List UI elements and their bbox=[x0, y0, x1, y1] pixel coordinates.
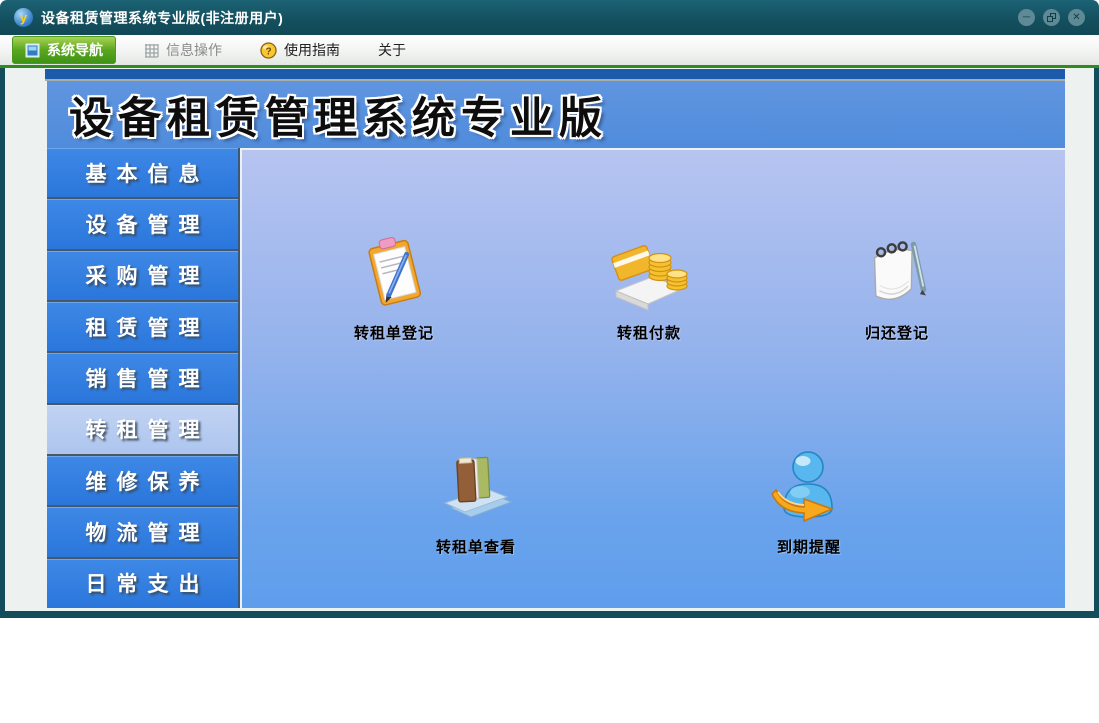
sidebar-item-logistics-mgmt[interactable]: 物流管理 bbox=[47, 507, 238, 559]
sidebar-item-purchase-mgmt[interactable]: 采购管理 bbox=[47, 250, 238, 302]
window-title: 设备租赁管理系统专业版(非注册用户) bbox=[41, 9, 284, 26]
sidebar-item-sublease-mgmt[interactable]: 转租管理 bbox=[47, 404, 238, 456]
sidebar-item-daily-expense[interactable]: 日常支出 bbox=[47, 558, 238, 608]
title-bar: y 设备租赁管理系统专业版(非注册用户) ─ ✕ bbox=[0, 0, 1099, 35]
shortcut-sublease-payment[interactable]: 转租付款 bbox=[569, 234, 729, 343]
shortcut-label: 转租单查看 bbox=[435, 539, 516, 556]
banner: 设备租赁管理系统专业版 bbox=[47, 81, 1065, 148]
app-window: y 设备租赁管理系统专业版(非注册用户) ─ ✕ 系统导航 信息操作 ? 使用指… bbox=[0, 0, 1099, 618]
sidebar-item-equipment-mgmt[interactable]: 设备管理 bbox=[47, 199, 238, 251]
restore-icon bbox=[1047, 13, 1056, 22]
clipboard-pen-icon bbox=[368, 237, 422, 306]
shortcut-due-reminder[interactable]: 到期提醒 bbox=[729, 448, 889, 557]
svg-text:?: ? bbox=[265, 46, 271, 57]
top-blue-strip bbox=[45, 69, 1065, 79]
sidebar-item-maintenance[interactable]: 维修保养 bbox=[47, 455, 238, 508]
shortcut-sublease-view[interactable]: 转租单查看 bbox=[396, 448, 556, 557]
window-controls: ─ ✕ bbox=[1018, 9, 1087, 26]
menu-item-info-ops[interactable]: 信息操作 bbox=[134, 36, 232, 64]
menu-item-about[interactable]: 关于 bbox=[368, 36, 416, 64]
books-icon bbox=[443, 456, 513, 518]
menu-item-label: 信息操作 bbox=[166, 42, 222, 58]
menu-item-label: 关于 bbox=[378, 42, 406, 58]
shortcut-label: 到期提醒 bbox=[776, 539, 841, 556]
person-arrow-icon bbox=[771, 451, 835, 523]
menu-bar: 系统导航 信息操作 ? 使用指南 关于 bbox=[0, 35, 1099, 68]
grid-icon bbox=[145, 43, 159, 58]
close-button[interactable]: ✕ bbox=[1068, 9, 1085, 26]
app-logo-icon: y bbox=[14, 8, 33, 27]
sidebar-item-sales-mgmt[interactable]: 销售管理 bbox=[47, 353, 238, 405]
sidebar-item-rental-mgmt[interactable]: 租赁管理 bbox=[47, 301, 238, 354]
card-coins-icon bbox=[611, 245, 688, 311]
shortcut-sublease-register[interactable]: 转租单登记 bbox=[314, 234, 474, 343]
shortcut-label: 转租单登记 bbox=[353, 325, 434, 342]
menu-item-label: 使用指南 bbox=[284, 42, 340, 58]
restore-button[interactable] bbox=[1043, 9, 1060, 26]
menu-item-system-nav[interactable]: 系统导航 bbox=[12, 36, 116, 64]
sidebar: 基本信息 设备管理 采购管理 租赁管理 销售管理 转租管理 维修保养 物流管理 … bbox=[47, 148, 240, 608]
notepad-pen-icon bbox=[873, 241, 927, 301]
shortcut-return-register[interactable]: 归还登记 bbox=[817, 234, 977, 343]
shortcut-label: 归还登记 bbox=[864, 325, 929, 342]
minimize-button[interactable]: ─ bbox=[1018, 9, 1035, 26]
menu-item-user-guide[interactable]: ? 使用指南 bbox=[250, 36, 350, 64]
window-body: 设备租赁管理系统专业版 基本信息 设备管理 采购管理 租赁管理 销售管理 转租管… bbox=[0, 68, 1099, 618]
sidebar-item-basic-info[interactable]: 基本信息 bbox=[47, 148, 238, 200]
menu-item-label: 系统导航 bbox=[47, 42, 103, 58]
help-sphere-icon: ? bbox=[260, 41, 277, 59]
banner-title: 设备租赁管理系统专业版 bbox=[69, 94, 608, 143]
nav-square-icon bbox=[25, 43, 40, 57]
shortcut-label: 转租付款 bbox=[616, 325, 681, 342]
main-panel: 转租单登记 转租付款 归还登记 转租单查看 到期提醒 bbox=[242, 150, 1065, 608]
